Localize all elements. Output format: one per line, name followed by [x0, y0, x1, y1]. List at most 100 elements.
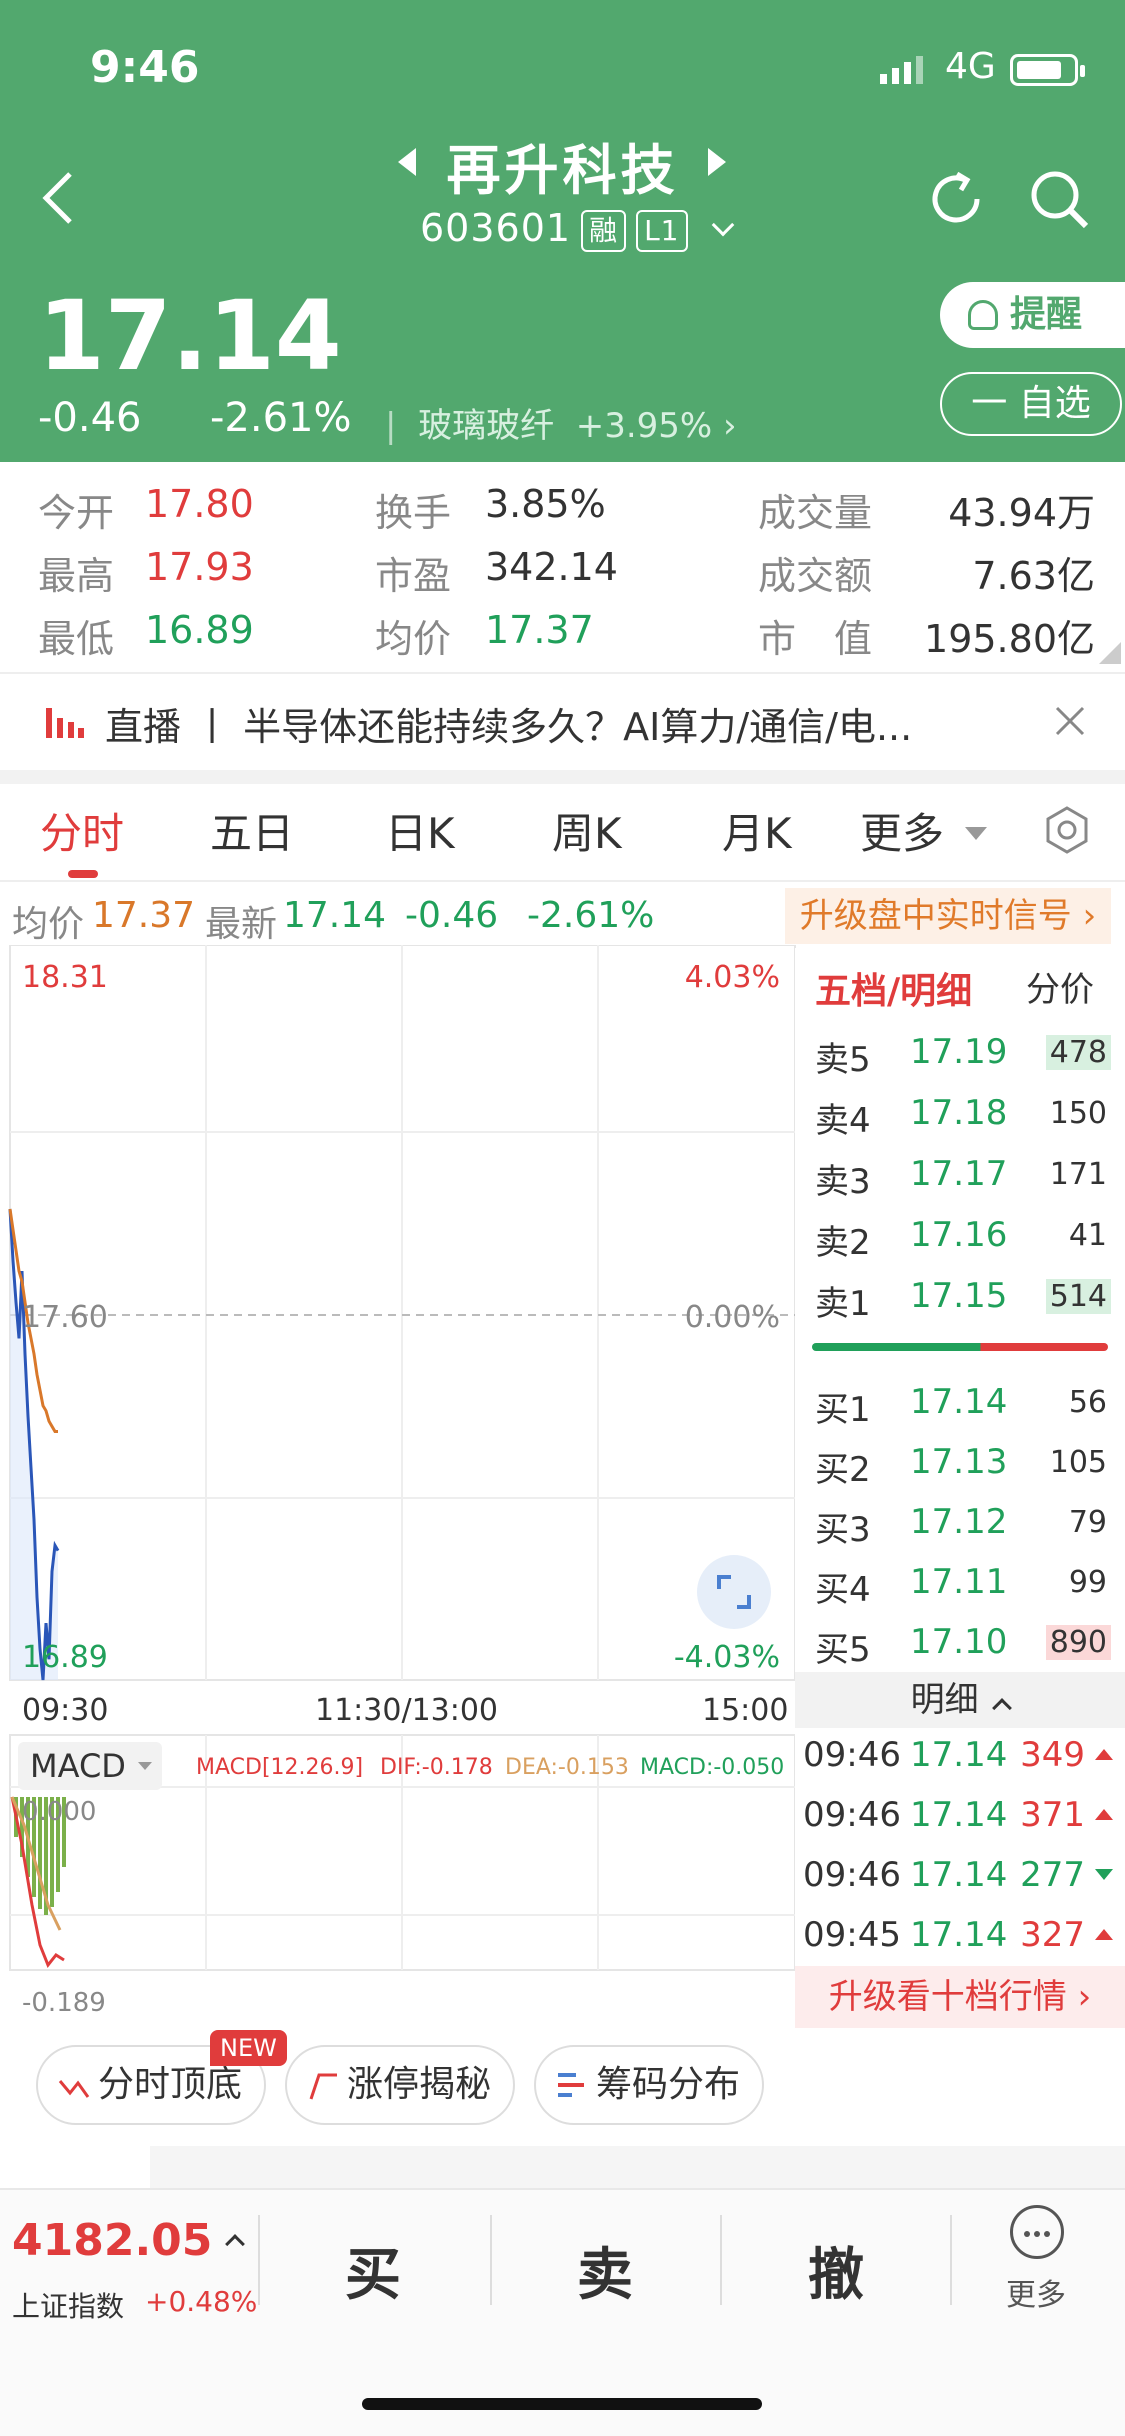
turnover-label: 换手	[375, 491, 452, 535]
trade-volume: 349	[1020, 1735, 1085, 1775]
price-series	[8, 1208, 60, 1681]
stock-code: 603601	[420, 206, 572, 250]
mcap-value: 195.80亿	[924, 617, 1095, 661]
buy-sell-ratio-bar	[812, 1343, 1108, 1351]
sell-level-label: 卖4	[815, 1101, 871, 1141]
industry-link[interactable]: | 玻璃玻纤 +3.95% ›	[385, 398, 737, 447]
order-book-title[interactable]: 五档/明细	[815, 962, 972, 1014]
sell-level-price: 17.19	[910, 1032, 1008, 1072]
chip-icon	[558, 2073, 584, 2097]
tab-monthly-k[interactable]: 月K	[722, 800, 792, 861]
cancel-button[interactable]: 撤	[808, 2230, 864, 2311]
index-value[interactable]: 4182.05	[12, 2215, 245, 2266]
index-change: +0.48%	[145, 2285, 258, 2318]
feature-2-label: 涨停揭秘	[347, 2064, 492, 2105]
sell-level-label: 卖5	[815, 1040, 871, 1080]
sell-button[interactable]: 卖	[577, 2230, 633, 2311]
macd-axis-bottom: -0.189	[22, 1988, 106, 2018]
divider	[258, 2215, 260, 2305]
avg-label: 均价	[375, 617, 452, 661]
chevron-down-icon	[711, 213, 734, 237]
trade-price: 17.14	[910, 1915, 1008, 1955]
upgrade-level10-button[interactable]: 升级看十档行情 ›	[795, 1966, 1125, 2028]
section-divider	[0, 770, 1125, 784]
tab-intraday[interactable]: 分时	[40, 800, 124, 861]
new-badge: NEW	[210, 2030, 287, 2066]
buy-level-price: 17.11	[910, 1562, 1008, 1602]
intraday-chart[interactable]	[0, 945, 800, 2030]
detail-toggle[interactable]: 明细	[795, 1672, 1125, 1728]
turnover-value: 3.85%	[485, 482, 606, 526]
trade-volume: 327	[1020, 1915, 1085, 1955]
trade-time: 09:46	[803, 1795, 901, 1835]
trade-time: 09:46	[803, 1735, 901, 1775]
sell-level-label: 卖1	[815, 1284, 871, 1324]
low-label: 最低	[38, 617, 115, 661]
upgrade-signal-button[interactable]: 升级盘中实时信号 ›	[785, 888, 1111, 944]
buy-level-volume: 79	[1068, 1505, 1107, 1540]
tab-five-day[interactable]: 五日	[210, 800, 294, 861]
sell-level-label: 卖3	[815, 1162, 871, 1202]
divider	[720, 2215, 722, 2305]
trade-volume: 277	[1020, 1855, 1085, 1895]
more-icon[interactable]	[1010, 2205, 1064, 2259]
open-label: 今开	[38, 491, 115, 535]
buy-level-price: 17.13	[910, 1442, 1008, 1482]
remind-label: 提醒	[1010, 294, 1083, 335]
sell-level-price: 17.16	[910, 1215, 1008, 1255]
trade-time: 09:46	[803, 1855, 901, 1895]
info-latest-value: 17.14	[283, 895, 387, 936]
macd-params: MACD[12.26.9]	[196, 1755, 364, 1780]
refresh-icon[interactable]	[925, 168, 987, 230]
feature-3-label: 筹码分布	[596, 2064, 741, 2105]
sell-level-label: 卖2	[815, 1223, 871, 1263]
level-tag: L1	[636, 209, 688, 252]
stock-code-row[interactable]: 603601 融 L1	[420, 206, 734, 252]
close-icon[interactable]	[1055, 706, 1085, 736]
search-icon[interactable]	[1028, 168, 1090, 230]
divider	[950, 2215, 952, 2305]
index-name: 上证指数	[12, 2290, 125, 2323]
macd-selector[interactable]: MACD	[18, 1742, 162, 1790]
pct-axis-bottom: -4.03%	[673, 1640, 780, 1675]
buy-level-volume: 56	[1068, 1385, 1107, 1420]
remind-button[interactable]: 提醒	[940, 282, 1125, 348]
tabs-divider	[0, 880, 1125, 882]
expand-corner-icon[interactable]	[1099, 642, 1121, 664]
buy-button[interactable]: 买	[345, 2230, 401, 2311]
upgrade-level10-label: 升级看十档行情	[828, 1977, 1067, 2017]
sell-level-volume: 150	[1049, 1096, 1107, 1131]
tab-more-label: 更多	[860, 809, 945, 858]
add-favorite-button[interactable]: 一 自选	[940, 372, 1122, 436]
limit-up-reveal-button[interactable]: 涨停揭秘	[285, 2045, 515, 2125]
settings-icon[interactable]	[1042, 805, 1092, 855]
price-dist-tab[interactable]: 分价	[1026, 962, 1094, 1011]
macd-selector-label: MACD	[30, 1747, 126, 1785]
macd-dif: DIF:-0.178	[380, 1755, 493, 1780]
more-label[interactable]: 更多	[1006, 2270, 1066, 2314]
low-value: 16.89	[145, 608, 254, 652]
mcap-label: 市 值	[758, 617, 873, 661]
macd-axis-top: 0.000	[22, 1797, 97, 1827]
tab-daily-k[interactable]: 日K	[385, 800, 455, 861]
volume-value: 43.94万	[948, 491, 1095, 535]
next-stock-icon[interactable]	[708, 148, 726, 176]
buy-level-price: 17.14	[910, 1382, 1008, 1422]
caret-down-icon	[965, 827, 988, 840]
high-label: 最高	[38, 554, 115, 598]
chip-distribution-button[interactable]: 筹码分布	[534, 2045, 764, 2125]
concept-strip	[150, 2146, 1125, 2188]
status-time: 9:46	[90, 42, 200, 93]
price-change: -0.46	[38, 395, 142, 441]
tab-more[interactable]: 更多	[860, 800, 988, 861]
tab-underline	[68, 870, 98, 878]
info-latest-label: 最新	[205, 904, 278, 945]
info-avg-value: 17.37	[92, 895, 196, 936]
buy-level-label: 买5	[815, 1630, 871, 1670]
sell-level-volume: 171	[1049, 1157, 1107, 1192]
live-banner[interactable]: 直播 丨 半导体还能持续多久？AI算力/通信/电...	[0, 672, 1125, 768]
tab-weekly-k[interactable]: 周K	[552, 800, 622, 861]
sell-level-price: 17.15	[910, 1276, 1008, 1316]
fullscreen-button[interactable]	[697, 1555, 771, 1629]
trade-time: 09:45	[803, 1915, 901, 1955]
